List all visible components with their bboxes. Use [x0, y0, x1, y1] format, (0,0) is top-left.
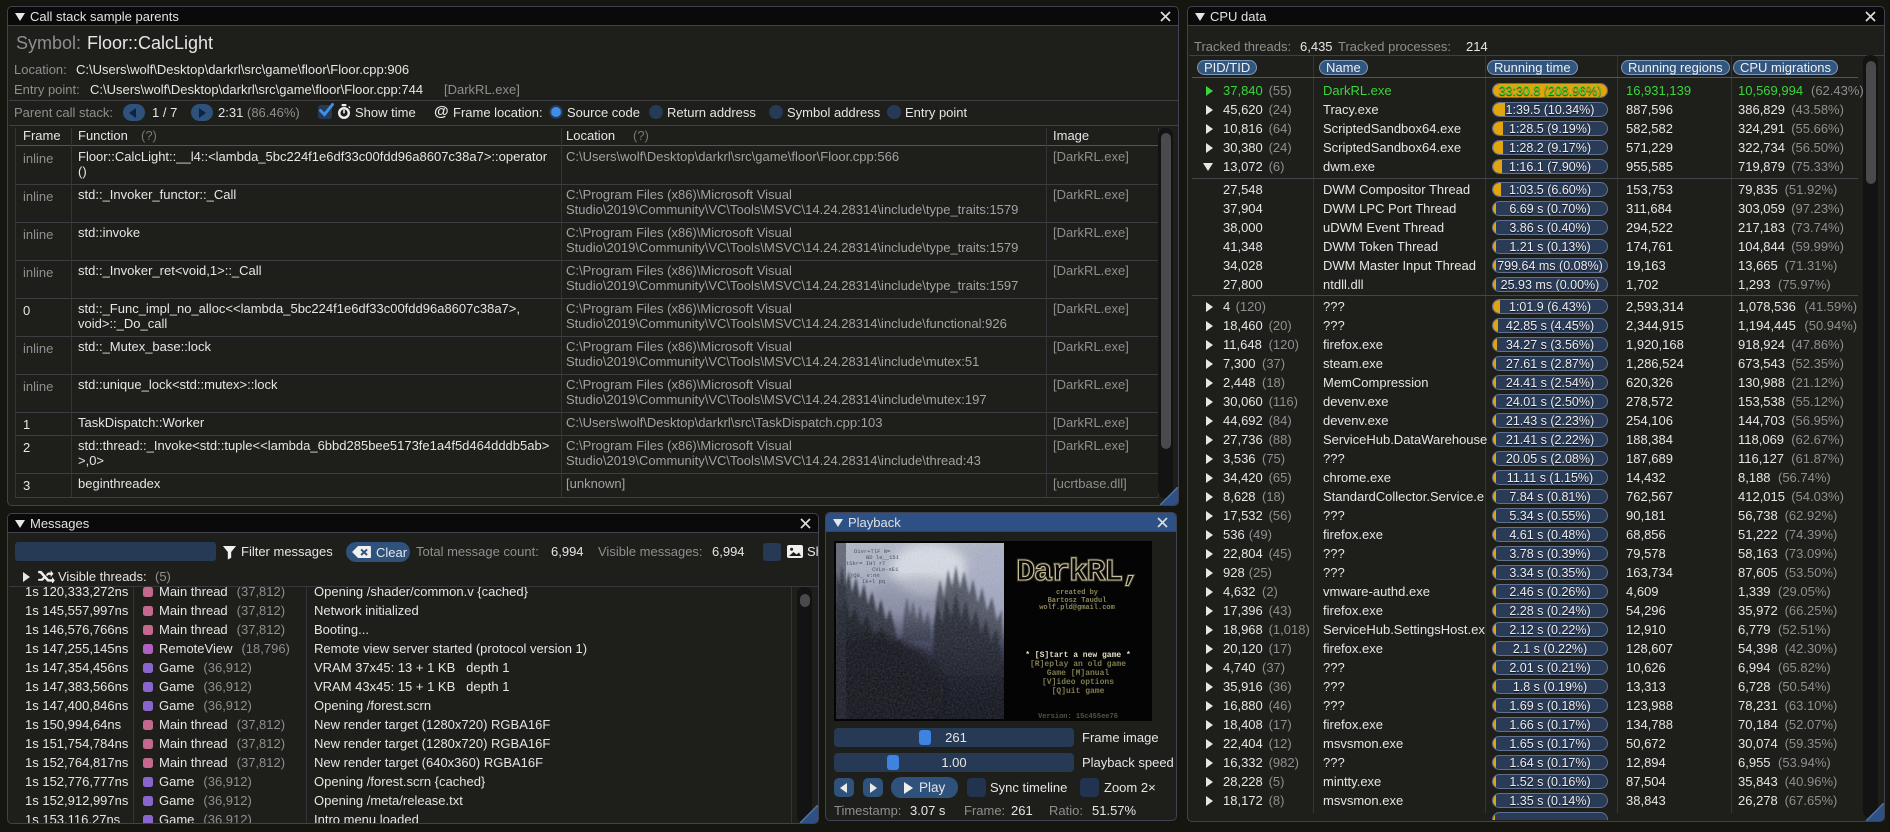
svg-text:[R]eplay an old game: [R]eplay an old game: [1030, 660, 1126, 669]
svg-text:Game [M]anual: Game [M]anual: [1047, 669, 1110, 678]
svg-text:Ik+l pq: Ik+l pq: [862, 578, 885, 585]
svg-text:created by: created by: [1056, 589, 1099, 597]
svg-text:[V]ideo options: [V]ideo options: [1042, 678, 1114, 687]
svg-text:[Q]uit game: [Q]uit game: [1052, 687, 1105, 696]
svg-text:* [S]tart a new game *: * [S]tart a new game *: [1025, 651, 1131, 660]
svg-text:DarkRL,: DarkRL,: [1016, 555, 1139, 590]
svg-text:Version: 15c455ee76: Version: 15c455ee76: [1038, 713, 1118, 721]
svg-text:wolf.pld@gmail.com: wolf.pld@gmail.com: [1039, 604, 1115, 612]
